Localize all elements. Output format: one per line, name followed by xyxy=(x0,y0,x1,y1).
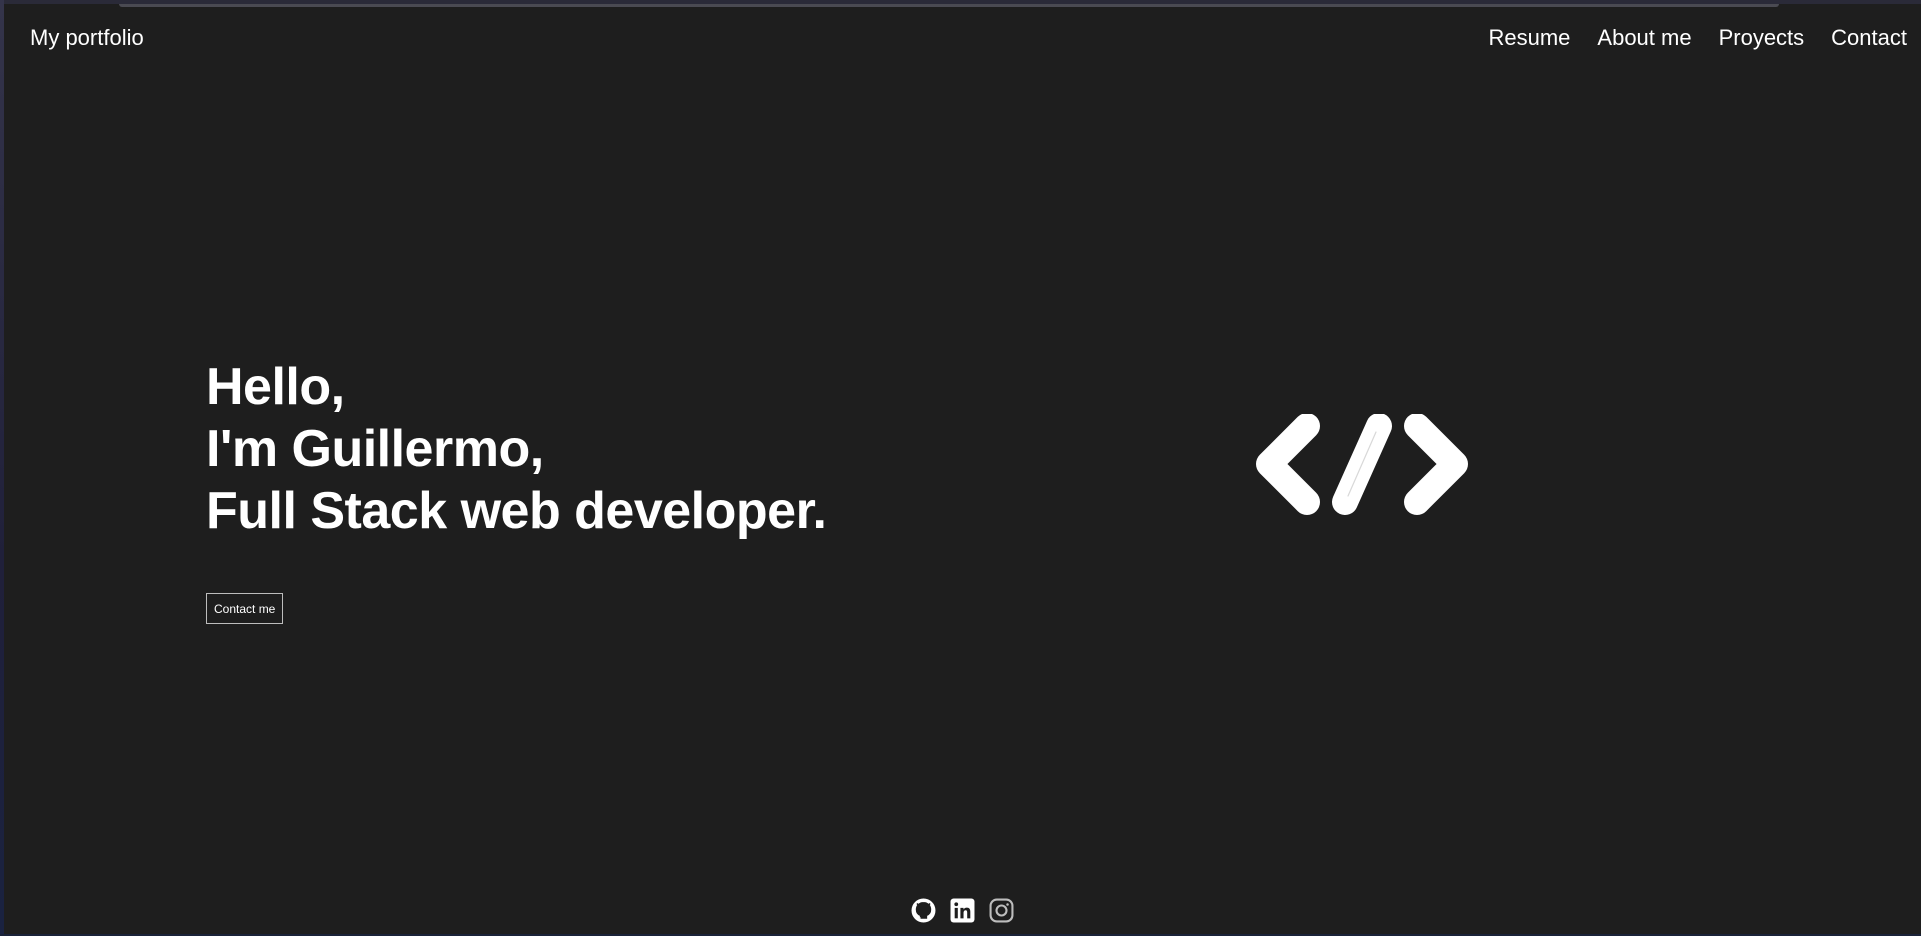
hero-line-role: Full Stack web developer. xyxy=(206,482,827,540)
contact-me-button[interactable]: Contact me xyxy=(206,593,284,624)
linkedin-icon[interactable] xyxy=(949,897,975,923)
nav-link-contact[interactable]: Contact xyxy=(1831,25,1907,51)
brand-link[interactable]: My portfolio xyxy=(30,25,144,51)
instagram-icon[interactable] xyxy=(988,897,1014,923)
nav-link-about-me[interactable]: About me xyxy=(1597,25,1691,51)
github-icon[interactable] xyxy=(910,897,936,923)
hero-section: Hello, I'm Guillermo, Full Stack web dev… xyxy=(206,356,827,542)
social-links xyxy=(910,897,1014,923)
code-brackets-icon xyxy=(1256,414,1468,515)
nav-link-proyects[interactable]: Proyects xyxy=(1719,25,1805,51)
navbar: My portfolio Resume About me Proyects Co… xyxy=(4,4,1921,72)
hero-line-name: I'm Guillermo, xyxy=(206,420,544,478)
hero-heading: Hello, I'm Guillermo, Full Stack web dev… xyxy=(206,356,827,542)
nav-links: Resume About me Proyects Contact xyxy=(1488,25,1907,51)
hero-line-greeting: Hello, xyxy=(206,358,345,416)
nav-link-resume[interactable]: Resume xyxy=(1488,25,1570,51)
browser-viewport: My portfolio Resume About me Proyects Co… xyxy=(4,4,1921,934)
